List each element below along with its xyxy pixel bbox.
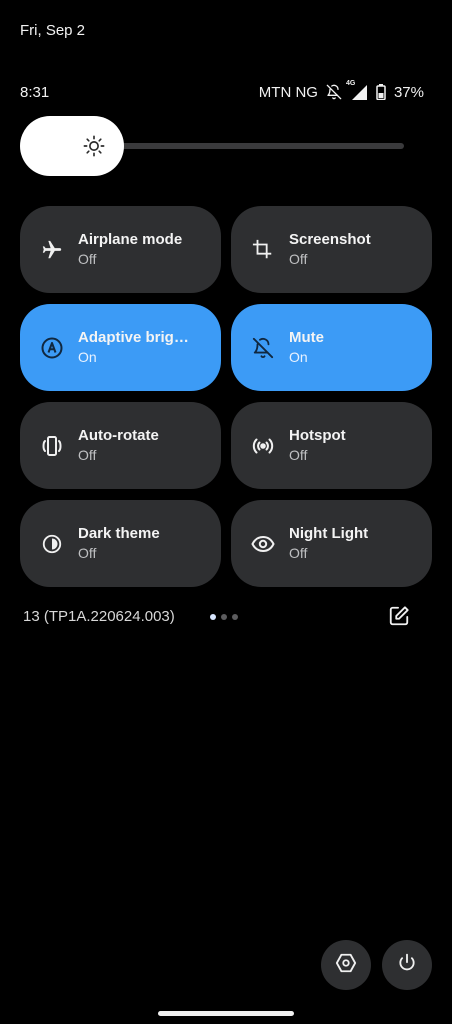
battery-percent: 37%	[393, 83, 424, 101]
clock: 8:31	[20, 83, 50, 101]
network-badge: 4G	[345, 80, 356, 87]
tile-screenshot[interactable]: Screenshot Off	[231, 206, 432, 293]
tile-label: Hotspot	[289, 427, 346, 444]
tile-label: Auto-rotate	[78, 427, 159, 444]
page-dot-1	[210, 614, 216, 620]
brightness-slider[interactable]	[20, 116, 404, 176]
tile-state: Off	[289, 545, 308, 561]
rotate-icon	[40, 434, 64, 458]
settings-icon	[335, 952, 357, 979]
bell-off-icon	[251, 336, 275, 360]
edit-icon	[388, 605, 410, 632]
crop-icon	[251, 238, 275, 262]
gesture-bar[interactable]	[158, 1011, 294, 1016]
tile-label: Airplane mode	[78, 231, 183, 248]
status-bar: 8:31 MTN NG 4G 37%	[20, 80, 424, 102]
power-icon	[397, 953, 417, 978]
page-dot-2	[221, 614, 227, 620]
date-label: Fri, Sep 2	[20, 22, 86, 39]
eye-icon	[251, 532, 275, 556]
tile-airplane-mode[interactable]: Airplane mode Off	[20, 206, 221, 293]
tile-label: Adaptive bright…	[78, 329, 196, 346]
tile-state: On	[289, 349, 308, 365]
brightness-fill[interactable]	[20, 116, 124, 176]
carrier-label: MTN NG	[258, 83, 318, 101]
settings-button[interactable]	[321, 940, 371, 990]
tile-label: Night Light	[289, 525, 369, 542]
airplane-icon	[40, 238, 64, 262]
bell-off-icon	[326, 84, 342, 100]
status-icons: MTN NG 4G 37%	[258, 80, 424, 101]
tile-adaptive-brightness[interactable]: Adaptive bright… On	[20, 304, 221, 391]
battery-icon	[376, 84, 386, 100]
tile-night-light[interactable]: Night Light Off	[231, 500, 432, 587]
page-dot-3	[232, 614, 238, 620]
tile-label: Dark theme	[78, 525, 160, 542]
tile-mute[interactable]: Mute On	[231, 304, 432, 391]
tile-state: Off	[78, 447, 97, 463]
power-button[interactable]	[382, 940, 432, 990]
brightness-icon	[83, 135, 105, 157]
brightness-track[interactable]	[120, 143, 404, 149]
tile-label: Mute	[289, 329, 324, 346]
build-number[interactable]: 13 (TP1A.220624.003)	[23, 608, 175, 625]
tile-label: Screenshot	[289, 231, 371, 248]
tile-state: Off	[289, 447, 308, 463]
tile-dark-theme[interactable]: Dark theme Off	[20, 500, 221, 587]
tile-state: Off	[78, 545, 97, 561]
tile-state: On	[78, 349, 97, 365]
tile-state: Off	[78, 251, 97, 267]
edit-button[interactable]	[386, 605, 412, 631]
tile-hotspot[interactable]: Hotspot Off	[231, 402, 432, 489]
tile-auto-rotate[interactable]: Auto-rotate Off	[20, 402, 221, 489]
signal-icon: 4G	[346, 80, 368, 101]
quick-settings-grid: Airplane mode Off Screenshot Off Adaptiv…	[20, 206, 432, 587]
auto-brightness-icon	[40, 336, 64, 360]
hotspot-icon	[251, 434, 275, 458]
tile-state: Off	[289, 251, 308, 267]
dark-theme-icon	[40, 532, 64, 556]
page-indicator	[210, 614, 238, 620]
